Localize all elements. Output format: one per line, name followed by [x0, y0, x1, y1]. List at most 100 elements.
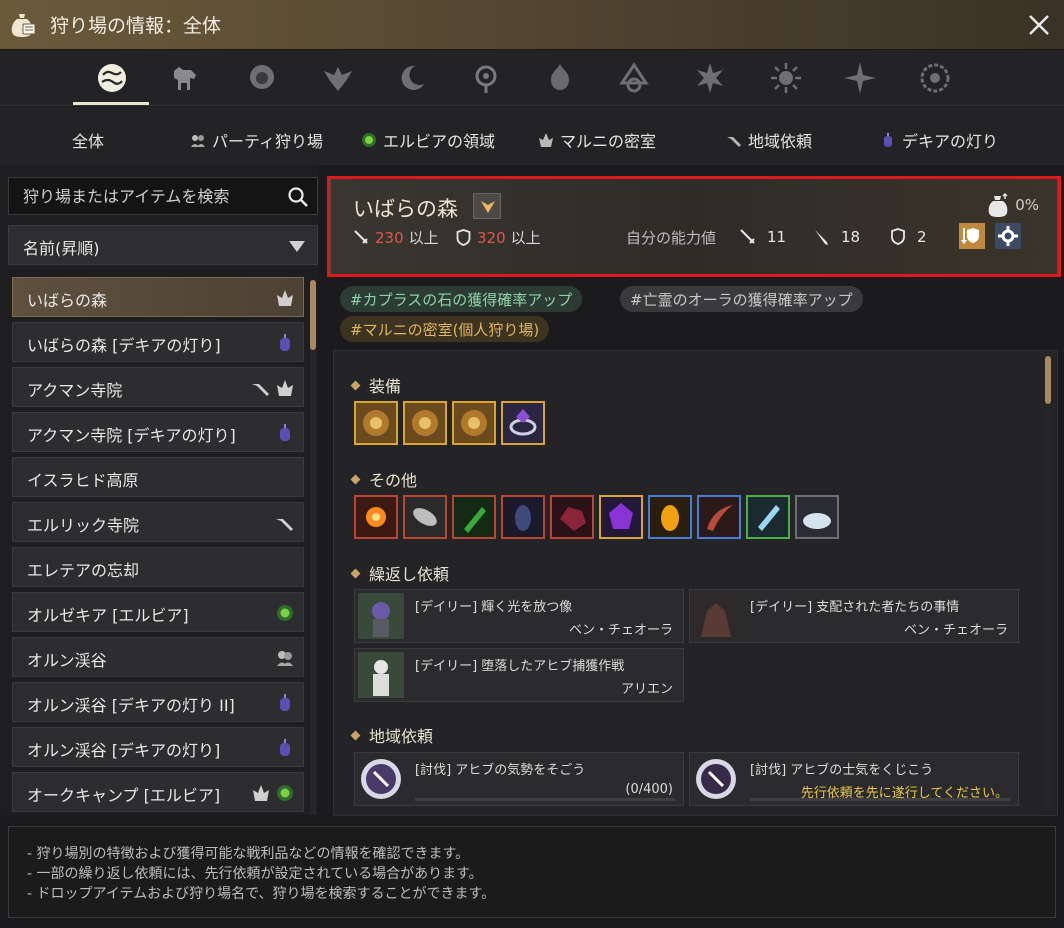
elixir-icon: [758, 505, 780, 531]
item-slot[interactable]: [354, 495, 398, 539]
list-scrollbar-thumb[interactable]: [310, 280, 316, 350]
marni-icon: [539, 133, 553, 147]
elvia-orb-icon[interactable]: [466, 58, 506, 98]
tab-all[interactable]: 全体: [72, 128, 104, 152]
item-slot[interactable]: [648, 495, 692, 539]
list-item-label: いばらの森 [デキアの灯り]: [27, 336, 221, 355]
winged-crest-icon[interactable]: [318, 58, 358, 98]
diamond-bullet-icon: [350, 730, 361, 740]
quest-title: [討伐] アヒブの士気をくじこう: [750, 763, 934, 778]
diamond-bullet-icon: [350, 474, 361, 484]
list-item[interactable]: オルゼキア [エルビア]: [12, 592, 304, 632]
item-slot[interactable]: [697, 495, 741, 539]
list-scrollbar[interactable]: [310, 280, 316, 815]
item-slot[interactable]: [501, 495, 545, 539]
list-item-label: いばらの森: [27, 291, 108, 310]
item-slot[interactable]: [795, 495, 839, 539]
search-box: [8, 177, 318, 215]
quest-progress-bar: [750, 798, 1010, 801]
list-item[interactable]: アクマン寺院 [デキアの灯り]: [12, 412, 304, 452]
spiral-seal-icon[interactable]: [915, 58, 955, 98]
list-item[interactable]: エレテアの忘却: [12, 547, 304, 587]
list-item[interactable]: イスラヒド高原: [12, 457, 304, 497]
item-slot[interactable]: [746, 495, 790, 539]
item-slot[interactable]: [403, 495, 447, 539]
section-equipment: 装備: [350, 373, 401, 397]
tag-chip[interactable]: #マルニの密室(個人狩り場): [340, 316, 550, 342]
sun-burst-icon[interactable]: [766, 58, 806, 98]
quest-card[interactable]: [デイリー] 支配された者たちの事情 ベン・チェオーラ: [689, 589, 1019, 643]
star-burst-icon[interactable]: [690, 58, 730, 98]
crescent-moon-icon[interactable]: [392, 58, 432, 98]
quest-card[interactable]: [討伐] アヒブの気勢をそごう (0/400): [354, 752, 684, 806]
tab-party-zones[interactable]: パーティ狩り場: [190, 128, 323, 152]
tab-region-quests[interactable]: 地域依頼: [726, 128, 812, 152]
list-item-label: エレテアの忘却: [27, 561, 140, 580]
list-item[interactable]: アクマン寺院: [12, 367, 304, 407]
list-item[interactable]: オークキャンプ [エルビア]: [12, 772, 304, 812]
section-region-quests: 地域依頼: [350, 723, 433, 747]
quest-progress-bar: [415, 798, 675, 801]
window-titlebar: 狩り場の情報：全体: [0, 0, 1064, 50]
flame-crest-icon[interactable]: [540, 58, 580, 98]
claw-icon: [707, 505, 733, 531]
item-slot[interactable]: [354, 401, 398, 445]
list-item-label: オルゼキア [エルビア]: [27, 606, 189, 625]
fire-orb-icon: [366, 507, 386, 527]
list-item-label: オルン渓谷: [27, 651, 107, 670]
quest-card[interactable]: [デイリー] 輝く光を放つ像 ベン・チェオーラ: [354, 589, 684, 643]
highlight-box: [327, 176, 1061, 277]
list-item[interactable]: いばらの森: [12, 277, 304, 317]
close-icon[interactable]: [1026, 12, 1052, 38]
list-item[interactable]: オルン渓谷: [12, 637, 304, 677]
active-category-indicator: [73, 102, 149, 105]
party-icon: [277, 651, 293, 666]
details-scrollbar-thumb[interactable]: [1045, 356, 1051, 404]
list-item[interactable]: エルリック寺院: [12, 502, 304, 542]
region-quest-icon: [276, 519, 293, 531]
salt-pile-icon: [803, 513, 831, 529]
help-line: - 狩り場別の特徴および獲得可能な戦利品などの情報を確認できます。: [27, 846, 470, 862]
quest-image-hunt-badge: [696, 759, 736, 799]
list-item-label: オルン渓谷 [デキアの灯り II]: [27, 696, 235, 715]
list-item[interactable]: オルン渓谷 [デキアの灯り]: [12, 727, 304, 767]
horse-icon[interactable]: [165, 58, 205, 98]
dark-crystal-icon: [515, 505, 531, 531]
item-slot[interactable]: [599, 495, 643, 539]
quest-card[interactable]: [討伐] アヒブの士気をくじこう 先行依頼を先に遂行してください。: [689, 752, 1019, 806]
tab-dekia-light[interactable]: デキアの灯り: [880, 128, 998, 152]
ring-icon: [509, 409, 537, 436]
item-slot[interactable]: [501, 401, 545, 445]
compass-star-icon[interactable]: [840, 58, 880, 98]
list-item-label: アクマン寺院: [27, 381, 123, 400]
elvia-icon: [362, 133, 376, 147]
section-repeat-quests: 繰返し依頼: [350, 561, 449, 585]
quest-card[interactable]: [デイリー] 堕落したアヒブ捕獲作戦 アリエン: [354, 648, 684, 702]
elvia-icon: [277, 605, 293, 621]
list-item[interactable]: いばらの森 [デキアの灯り]: [12, 322, 304, 362]
item-slot[interactable]: [550, 495, 594, 539]
golden-gem-icon: [661, 505, 679, 531]
quest-title: [デイリー] 堕落したアヒブ捕獲作戦: [415, 659, 625, 674]
tab-elvia-realm[interactable]: エルビアの領域: [361, 128, 495, 152]
item-slot[interactable]: [452, 401, 496, 445]
section-other-title: その他: [369, 471, 418, 490]
search-input[interactable]: [23, 186, 283, 206]
region-quest-icon: [252, 384, 269, 396]
diamond-bullet-icon: [350, 380, 361, 390]
tag-chip[interactable]: #亡霊のオーラの獲得確率アップ: [620, 286, 863, 312]
tab-marni-lab[interactable]: マルニの密室: [538, 128, 656, 152]
quest-title: [デイリー] 輝く光を放つ像: [415, 600, 573, 615]
tag-chip[interactable]: #カプラスの石の獲得確率アップ: [340, 286, 583, 312]
lion-icon[interactable]: [242, 58, 282, 98]
search-icon[interactable]: [287, 186, 309, 208]
details-scrollbar[interactable]: [1045, 356, 1051, 811]
item-slot[interactable]: [452, 495, 496, 539]
item-slot[interactable]: [403, 401, 447, 445]
sort-dropdown[interactable]: 名前(昇順): [8, 225, 318, 265]
list-item[interactable]: オルン渓谷 [デキアの灯り II]: [12, 682, 304, 722]
region-quest-icon: [727, 137, 741, 147]
all-zones-icon[interactable]: [92, 58, 132, 98]
tree-emblem-icon[interactable]: [614, 58, 654, 98]
marni-icon: [277, 290, 293, 306]
